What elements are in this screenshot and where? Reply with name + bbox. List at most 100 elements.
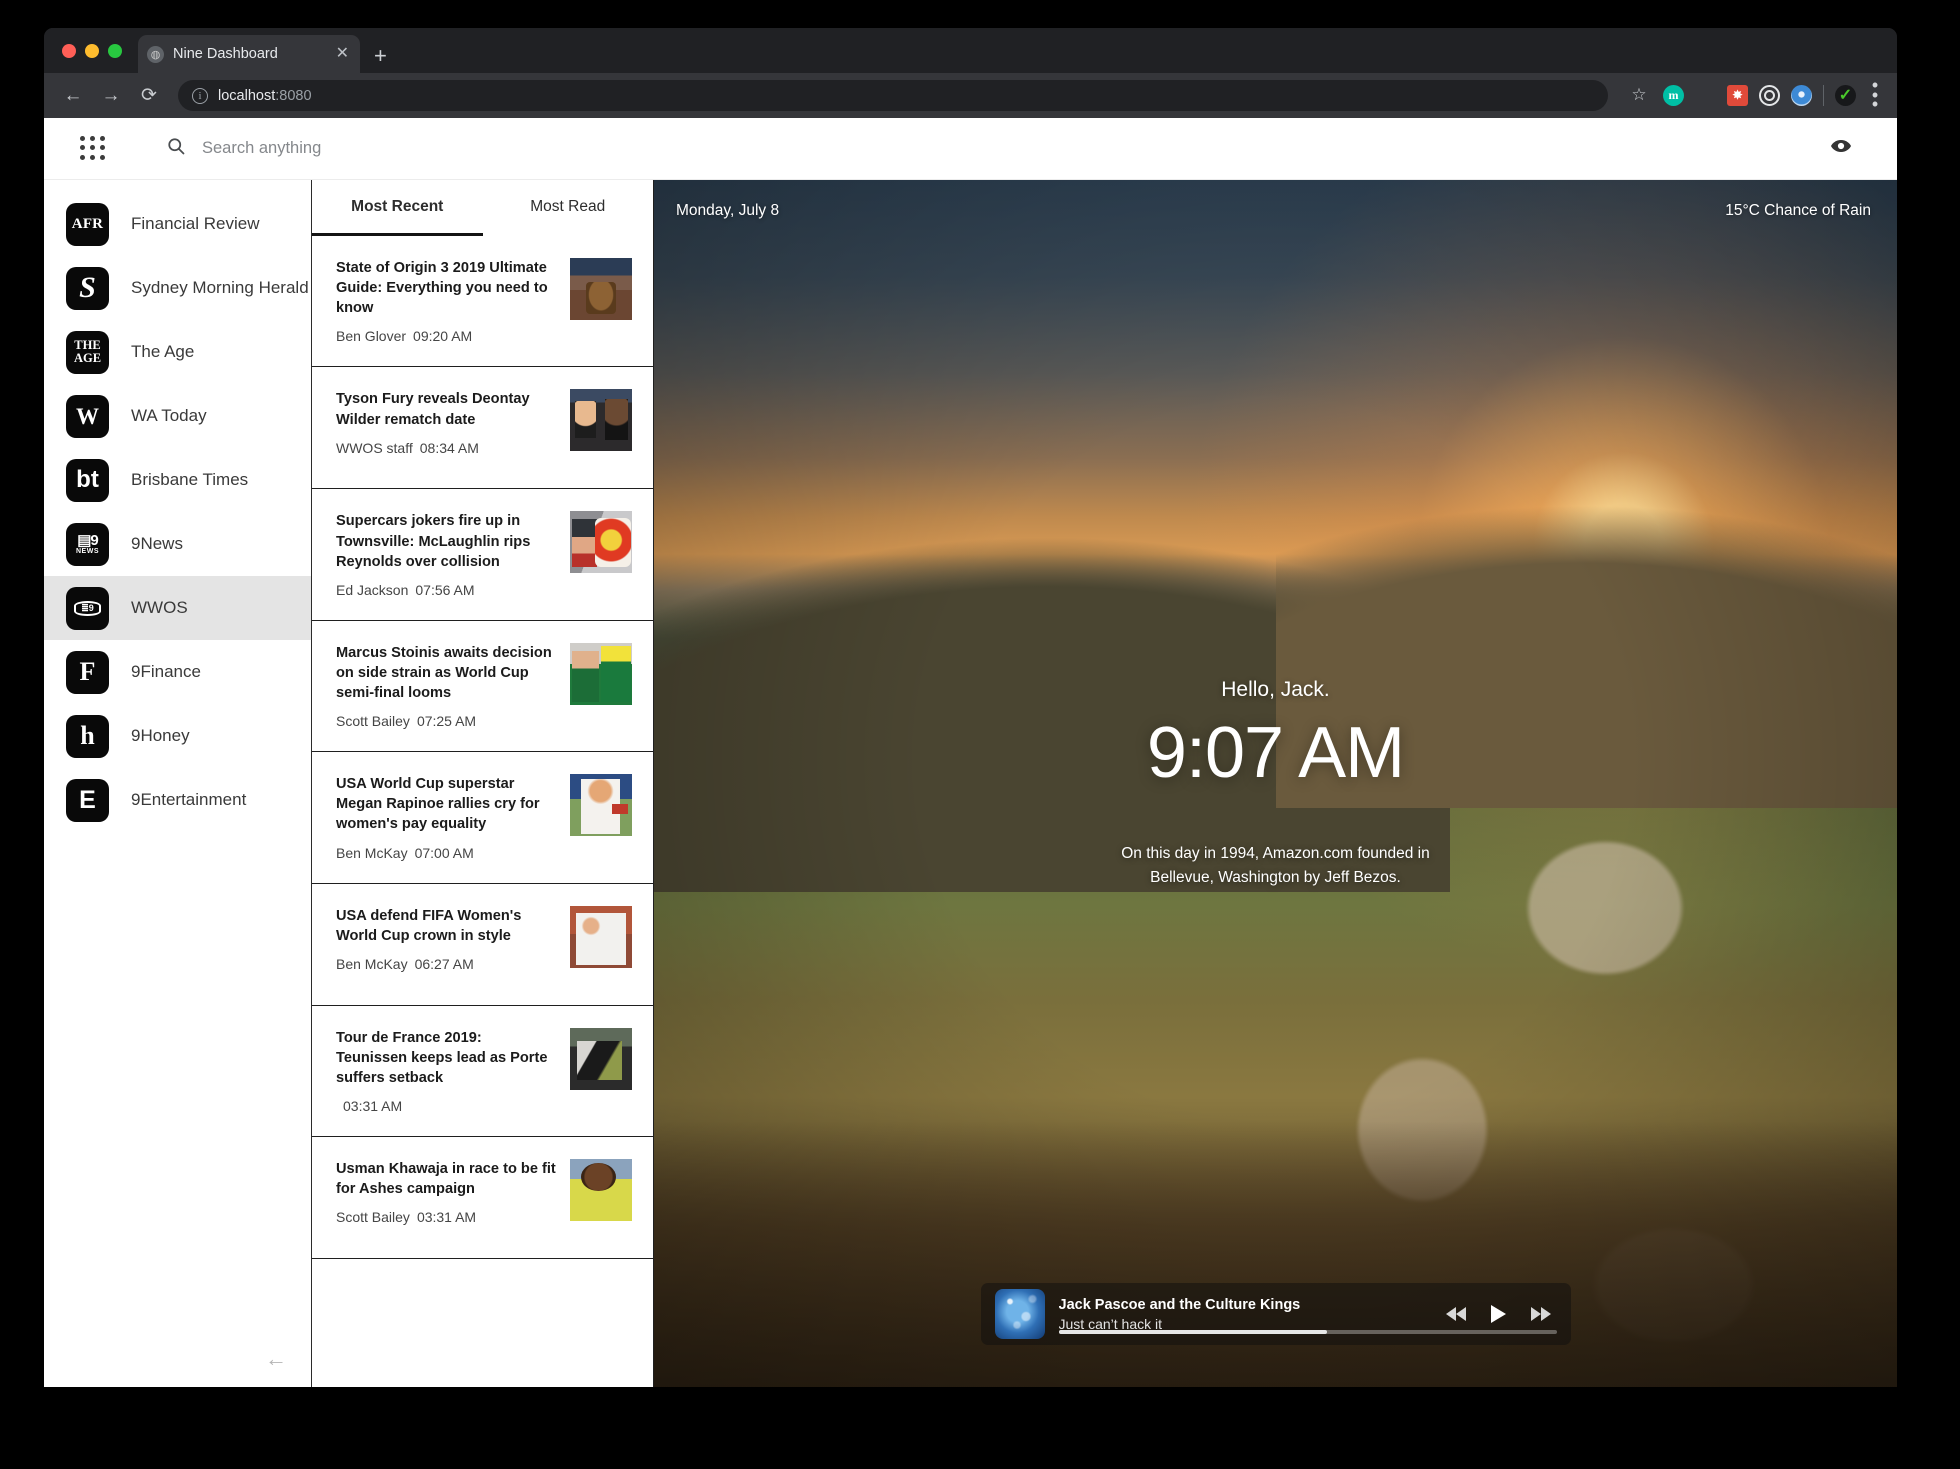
news-item-time: 03:31 AM	[343, 1097, 403, 1114]
news-item-title: USA defend FIFA Women's World Cup crown …	[336, 907, 522, 944]
sidebar-item-9finance[interactable]: F 9Finance	[44, 640, 311, 704]
green-check-extension-icon[interactable]	[1835, 84, 1856, 106]
brand-logo-icon: W	[66, 394, 109, 438]
album-art	[994, 1289, 1045, 1339]
sidebar-item-9news[interactable]: ▤9 NEWS 9News	[44, 512, 311, 576]
hero-topbar: Monday, July 8 15°C Chance of Rain	[654, 180, 1897, 242]
news-item-meta: WWOS staff 08:34 AM	[336, 440, 556, 456]
search-bar[interactable]	[166, 136, 1829, 161]
apps-grid-icon[interactable]	[80, 135, 106, 162]
news-item-text: USA defend FIFA Women's World Cup crown …	[336, 906, 556, 983]
brand-logo-icon: F	[66, 650, 109, 694]
news-list-item[interactable]: State of Origin 3 2019 Ultimate Guide: E…	[312, 236, 653, 368]
tab-close-icon[interactable]: ✕	[334, 46, 351, 62]
address-bar[interactable]: i localhost:8080	[178, 80, 1608, 111]
forward-icon[interactable]: →	[96, 81, 126, 111]
browser-toolbar: ← → ⟳ i localhost:8080 ☆ m ✸ •••	[44, 73, 1897, 118]
red-extension-icon[interactable]: ✸	[1727, 84, 1748, 106]
sidebar-item-label: Brisbane Times	[131, 470, 249, 489]
news-item-text: Marcus Stoinis awaits decision on side s…	[336, 643, 556, 729]
news-item-title: Tour de France 2019: Teunissen keeps lea…	[336, 1029, 548, 1086]
news-item-time: 07:00 AM	[414, 844, 474, 861]
sidebar-item-brisbane-times[interactable]: bt Brisbane Times	[44, 448, 311, 512]
address-bar-url: localhost:8080	[218, 88, 312, 104]
browser-tab-strip: ◍ Nine Dashboard ✕ +	[44, 28, 1897, 73]
hero-center-block: Hello, Jack. 9:07 AM On this day in 1994…	[654, 677, 1897, 889]
tab-most-read[interactable]: Most Read	[483, 180, 654, 236]
browser-tab[interactable]: ◍ Nine Dashboard ✕	[138, 35, 360, 73]
sidebar-item-label: 9News	[131, 534, 183, 553]
news-list-item[interactable]: Tour de France 2019: Teunissen keeps lea…	[312, 1006, 653, 1137]
news-item-time: 03:31 AM	[416, 1209, 477, 1226]
toolbar-actions: ☆ m ✸ •••	[1626, 76, 1883, 114]
news-item-title: USA World Cup superstar Megan Rapinoe ra…	[336, 776, 540, 833]
greeting-text: Hello, Jack.	[1221, 677, 1330, 701]
reload-icon[interactable]: ⟳	[134, 81, 164, 111]
news-list-item[interactable]: Tyson Fury reveals Deontay Wilder rematc…	[312, 367, 653, 490]
tab-favicon-icon: ◍	[147, 45, 164, 63]
news-item-title: State of Origin 3 2019 Ultimate Guide: E…	[336, 260, 548, 317]
back-icon[interactable]: ←	[58, 81, 88, 111]
news-list-item[interactable]: USA defend FIFA Women's World Cup crown …	[312, 884, 653, 1006]
sidebar-item-label: Sydney Morning Herald	[131, 278, 309, 297]
sidebar-item-label: Financial Review	[131, 214, 260, 233]
window-traffic-lights	[58, 28, 128, 73]
grid-extension-icon[interactable]	[1695, 85, 1716, 106]
eye-icon[interactable]	[1829, 134, 1853, 163]
brand-logo-icon: S	[66, 266, 109, 310]
news-item-title: Marcus Stoinis awaits decision on side s…	[336, 644, 552, 701]
app-bar	[44, 118, 1897, 180]
sidebar-item-label: The Age	[131, 342, 195, 361]
news-item-thumbnail	[570, 905, 632, 968]
browser-menu-icon[interactable]: • • •	[1867, 76, 1883, 114]
brand-sidebar: AFR Financial Review S Sydney Morning Heral…	[44, 180, 312, 1387]
minimize-window-button[interactable]	[85, 43, 99, 58]
new-tab-button[interactable]: +	[374, 45, 387, 67]
dashboard-body: AFR Financial Review S Sydney Morning Heral…	[44, 180, 1897, 1387]
media-progress-fill	[1058, 1330, 1328, 1334]
search-icon	[166, 136, 186, 161]
target-extension-icon[interactable]	[1759, 84, 1780, 106]
news-item-title: Usman Khawaja in race to be fit for Ashe…	[336, 1160, 556, 1197]
news-item-meta: 03:31 AM	[336, 1098, 556, 1114]
previous-track-icon[interactable]	[1445, 1306, 1468, 1322]
maximize-window-button[interactable]	[108, 43, 122, 58]
news-item-thumbnail	[570, 258, 632, 320]
news-item-meta: Ben McKay 07:00 AM	[336, 845, 556, 861]
news-list-item[interactable]: Supercars jokers fire up in Townsville: …	[312, 489, 653, 621]
news-item-time: 07:56 AM	[415, 581, 475, 598]
media-info: Jack Pascoe and the Culture Kings Just c…	[1059, 1297, 1432, 1332]
sidebar-item-label: WWOS	[131, 598, 188, 617]
brand-logo-icon: h	[66, 714, 109, 758]
news-item-author: Scott Bailey	[336, 713, 410, 730]
news-list-item[interactable]: Marcus Stoinis awaits decision on side s…	[312, 621, 653, 753]
news-item-thumbnail	[570, 1158, 632, 1221]
news-item-author: Ben McKay	[336, 955, 408, 972]
sidebar-collapse-button[interactable]: ←	[44, 1331, 311, 1387]
news-item-meta: Scott Bailey 07:25 AM	[336, 713, 556, 729]
news-item-time: 06:27 AM	[414, 955, 474, 972]
news-list-item[interactable]: USA World Cup superstar Megan Rapinoe ra…	[312, 752, 653, 884]
blue-extension-icon[interactable]	[1791, 84, 1812, 106]
site-info-icon[interactable]: i	[192, 87, 208, 104]
sidebar-item-the-age[interactable]: THE AGE The Age	[44, 320, 311, 384]
sidebar-item-9honey[interactable]: h 9Honey	[44, 704, 311, 768]
sidebar-item-label: 9Honey	[131, 726, 190, 745]
media-progress-track[interactable]	[1058, 1330, 1557, 1334]
bookmark-star-icon[interactable]: ☆	[1626, 82, 1652, 108]
tab-most-recent[interactable]: Most Recent	[312, 180, 483, 236]
mendeley-extension-icon[interactable]: m	[1663, 84, 1684, 106]
sidebar-item-wa-today[interactable]: W WA Today	[44, 384, 311, 448]
news-item-author: Ben McKay	[336, 844, 408, 861]
tab-title: Nine Dashboard	[173, 46, 278, 62]
sidebar-item-9entertainment[interactable]: E 9Entertainment	[44, 768, 311, 832]
sidebar-item-sydney-morning-herald[interactable]: S Sydney Morning Herald	[44, 256, 311, 320]
dashboard-page: AFR Financial Review S Sydney Morning Heral…	[44, 118, 1897, 1387]
close-window-button[interactable]	[62, 43, 76, 58]
sidebar-item-wwos[interactable]: ≣9 WWOS	[44, 576, 311, 640]
search-input[interactable]	[202, 139, 622, 158]
next-track-icon[interactable]	[1529, 1306, 1551, 1322]
news-list-item[interactable]: Usman Khawaja in race to be fit for Ashe…	[312, 1137, 653, 1259]
play-icon[interactable]	[1490, 1304, 1507, 1324]
sidebar-item-financial-review[interactable]: AFR Financial Review	[44, 192, 311, 256]
